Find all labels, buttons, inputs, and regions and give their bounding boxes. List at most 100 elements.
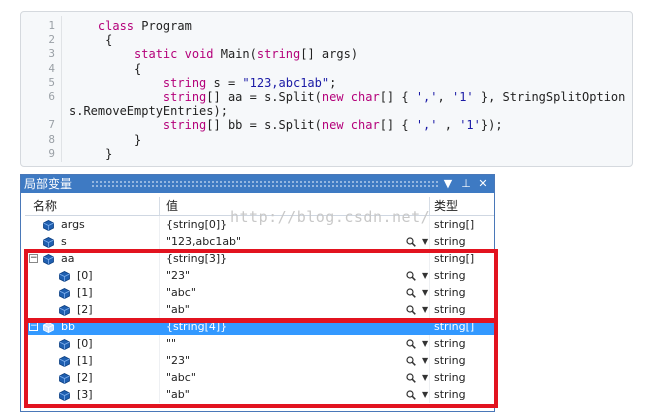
field-icon: [43, 321, 54, 333]
code-token: [] args): [300, 47, 359, 62]
line-number: 6: [48, 89, 55, 103]
visualizer-dropdown-icon[interactable]: ▼: [422, 301, 428, 318]
variable-row[interactable]: − bb {string[4]} string[]: [25, 318, 494, 335]
visualizer-dropdown-icon[interactable]: ▼: [422, 284, 428, 301]
variable-name: aa: [61, 252, 75, 265]
variable-row[interactable]: [0] "23" ▼ string: [25, 267, 494, 284]
code-token: string: [162, 118, 207, 133]
variable-value[interactable]: "ab": [166, 386, 190, 403]
code-token: Program: [134, 19, 192, 33]
variable-name: [1]: [77, 286, 93, 299]
variable-type: string: [434, 269, 466, 282]
code-token: [] aa = s.Split(: [206, 89, 322, 104]
code-token: ;: [329, 75, 337, 90]
variable-name: [1]: [77, 354, 93, 367]
code-block: 123456 789 class Program { static void Ma…: [20, 11, 633, 167]
variable-value[interactable]: {string[3]}: [166, 250, 227, 267]
code-token: char: [350, 118, 380, 133]
code-token: Main(: [213, 47, 257, 62]
variable-value[interactable]: "abc": [166, 284, 196, 301]
column-value-header[interactable]: 值: [166, 198, 178, 214]
variable-row[interactable]: [0] "" ▼ string: [25, 335, 494, 352]
variable-type: string: [434, 235, 466, 248]
variable-value[interactable]: "23": [166, 267, 190, 284]
code-token: string: [162, 89, 207, 104]
variable-row[interactable]: s "123,abc1ab" ▼ string: [25, 233, 494, 250]
variable-type: string: [434, 303, 466, 316]
variable-value[interactable]: {string[4]}: [166, 318, 227, 335]
cell-divider: [159, 301, 160, 318]
visualizer-dropdown-icon[interactable]: ▼: [422, 369, 428, 386]
variable-name: [2]: [77, 303, 93, 316]
variable-value[interactable]: "ab": [166, 301, 190, 318]
code-token: s =: [206, 75, 243, 90]
variable-row[interactable]: [1] "abc" ▼ string: [25, 284, 494, 301]
variable-row[interactable]: [3] "ab" ▼ string: [25, 386, 494, 403]
cell-divider: [159, 267, 160, 284]
visualizer-dropdown-icon[interactable]: ▼: [422, 267, 428, 284]
close-button[interactable]: ✕: [475, 176, 491, 192]
code-line: string[] bb = s.Split(new char[] { ',' ,…: [69, 118, 626, 132]
cell-divider: [159, 335, 160, 352]
locals-title-bar[interactable]: 局部变量 ▼ ⊥ ✕: [21, 175, 494, 193]
cell-divider: [429, 386, 430, 403]
cell-divider: [159, 233, 160, 250]
variable-value[interactable]: "abc": [166, 369, 196, 386]
cell-divider: [429, 369, 430, 386]
variable-type: string: [434, 354, 466, 367]
column-type-header[interactable]: 类型: [434, 198, 458, 214]
visualizer-dropdown-icon[interactable]: ▼: [422, 352, 428, 369]
code-token: }: [69, 132, 142, 147]
code-line: {: [69, 62, 626, 76]
code-token: });: [480, 118, 503, 133]
variable-value[interactable]: {string[0]}: [166, 216, 227, 233]
field-icon: [43, 236, 54, 248]
code-token: string: [162, 75, 207, 90]
variable-value[interactable]: "": [166, 335, 176, 352]
column-name-header[interactable]: 名称: [33, 198, 57, 214]
variable-type: string[]: [434, 218, 475, 231]
line-number: 5: [48, 75, 55, 89]
collapse-toggle[interactable]: −: [29, 254, 38, 263]
visualizer-dropdown-icon[interactable]: ▼: [422, 233, 428, 250]
variable-row[interactable]: [1] "23" ▼ string: [25, 352, 494, 369]
gutter-divider: [61, 16, 62, 162]
code-token: '1': [459, 118, 481, 133]
line-number: 3: [48, 47, 55, 61]
variable-type: string[]: [434, 252, 475, 265]
column-divider[interactable]: [159, 197, 160, 215]
line-number: 4: [48, 61, 55, 75]
code-token: }, StringSplitOption: [473, 89, 626, 104]
variable-row[interactable]: [2] "abc" ▼ string: [25, 369, 494, 386]
field-icon: [59, 355, 70, 367]
title-grip: [91, 180, 438, 187]
cell-divider: [429, 250, 430, 267]
code-token: ,: [437, 89, 452, 104]
line-number: [21, 104, 55, 118]
cell-divider: [159, 386, 160, 403]
variable-value[interactable]: "23": [166, 352, 190, 369]
code-lines[interactable]: class Program { static void Main(string[…: [69, 19, 626, 161]
pin-button[interactable]: ⊥: [458, 176, 474, 192]
code-token: static: [134, 47, 178, 62]
window-dropdown-button[interactable]: ▼: [440, 176, 456, 192]
code-token: ',': [415, 89, 438, 104]
variable-value[interactable]: "123,abc1ab": [166, 233, 241, 250]
visualizer-search-icon[interactable]: [406, 386, 416, 405]
variable-row[interactable]: − aa {string[3]} string[]: [25, 250, 494, 267]
variable-row[interactable]: [2] "ab" ▼ string: [25, 301, 494, 318]
visualizer-dropdown-icon[interactable]: ▼: [422, 386, 428, 403]
field-icon: [59, 389, 70, 401]
visualizer-dropdown-icon[interactable]: ▼: [422, 335, 428, 352]
collapse-toggle[interactable]: −: [29, 322, 38, 331]
field-icon: [43, 253, 54, 265]
cell-divider: [159, 352, 160, 369]
code-token: ,: [437, 118, 460, 133]
field-icon: [59, 338, 70, 350]
code-token: '1': [451, 89, 474, 104]
